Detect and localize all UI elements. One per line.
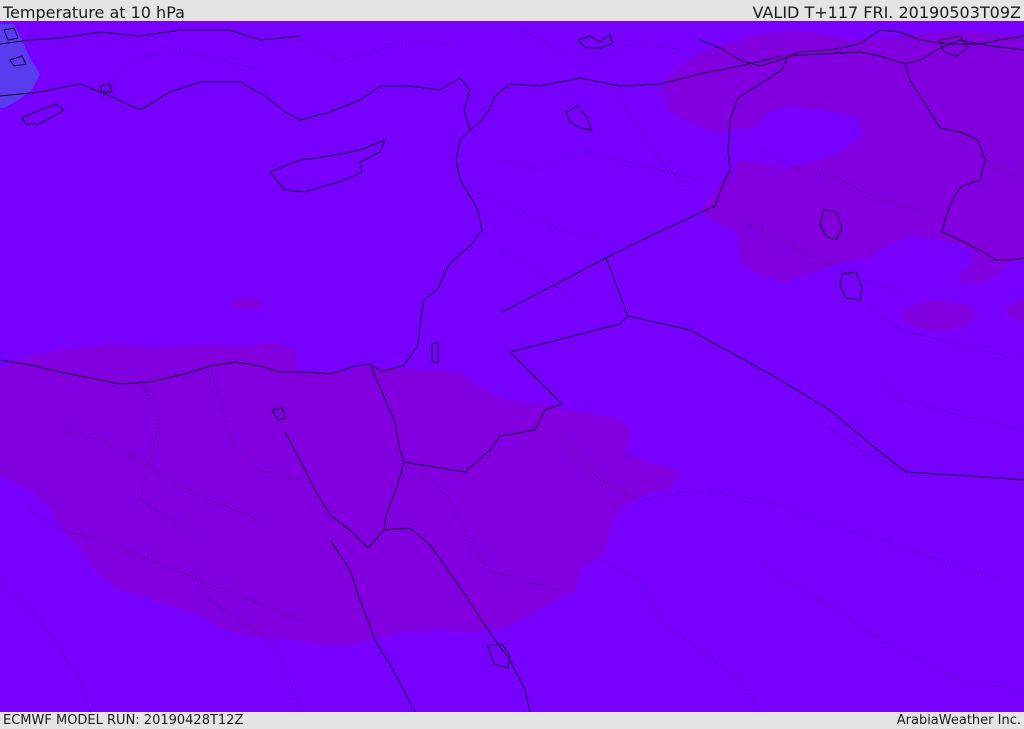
credit-label: ArabiaWeather Inc. <box>896 713 1021 728</box>
warm-patch-sea <box>231 297 263 309</box>
footer-bar: ECMWF MODEL RUN: 20190428T12Z ArabiaWeat… <box>0 712 1024 729</box>
header-bar: Temperature at 10 hPa VALID T+117 FRI. 2… <box>0 0 1024 22</box>
map-title: Temperature at 10 hPa <box>3 3 185 22</box>
valid-time-label: VALID T+117 FRI. 20190503T09Z <box>752 3 1021 22</box>
warm-patch-west <box>24 385 50 399</box>
model-run-label: ECMWF MODEL RUN: 20190428T12Z <box>3 713 244 728</box>
weather-map[interactable] <box>0 21 1024 712</box>
map-canvas <box>0 21 1024 712</box>
